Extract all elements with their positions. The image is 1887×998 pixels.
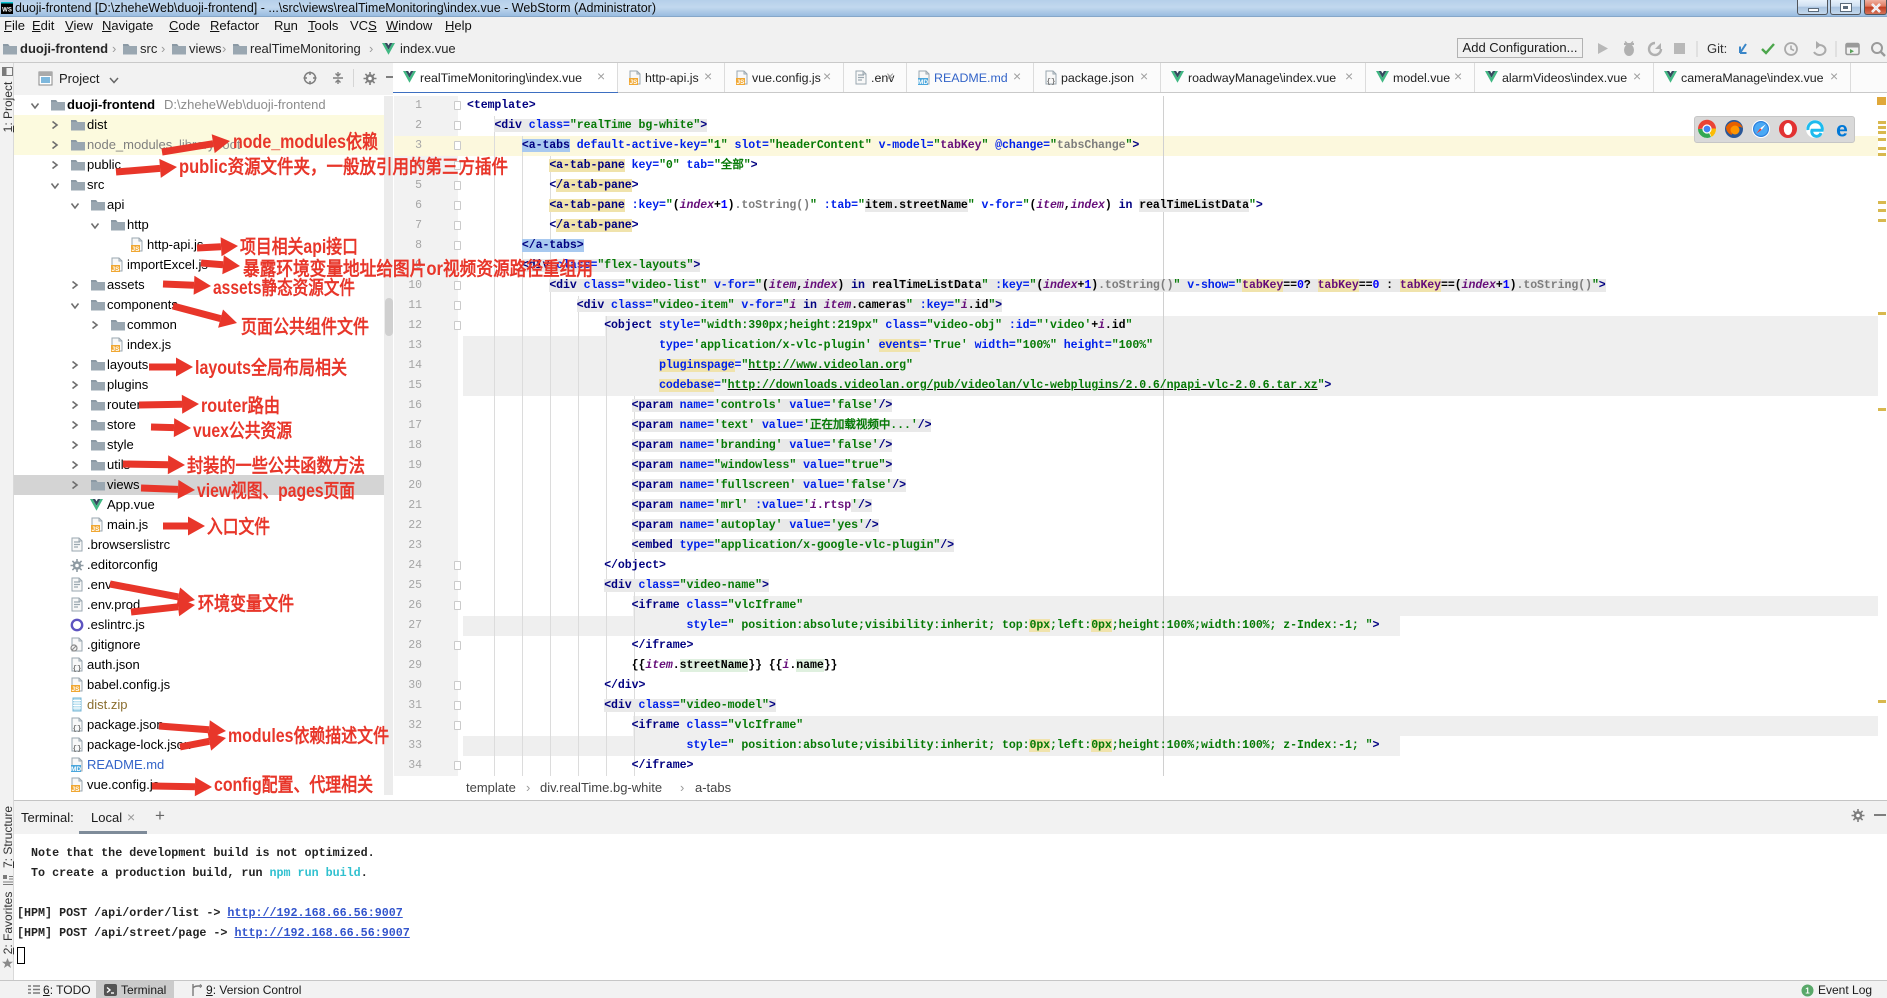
svg-text:JS: JS <box>112 346 121 352</box>
svg-text:{}: {} <box>72 726 81 733</box>
svg-text:{}: {} <box>72 666 81 673</box>
svg-text:Git:: Git: <box>1707 41 1727 56</box>
svg-text:MD: MD <box>918 79 928 85</box>
svg-text:MD: MD <box>71 766 81 772</box>
svg-text:e: e <box>1836 119 1848 142</box>
svg-text:{}: {} <box>72 746 81 753</box>
svg-text:JS: JS <box>132 246 141 252</box>
svg-text:JS: JS <box>737 79 746 85</box>
svg-text:JS: JS <box>92 526 101 532</box>
svg-text:JS: JS <box>72 786 81 792</box>
svg-text:JS: JS <box>630 79 639 85</box>
svg-text:{}: {} <box>1046 79 1055 86</box>
svg-text:JS: JS <box>72 686 81 692</box>
svg-text:WS: WS <box>2 8 12 14</box>
svg-text:1: 1 <box>1805 987 1810 996</box>
svg-text:JS: JS <box>112 266 121 272</box>
